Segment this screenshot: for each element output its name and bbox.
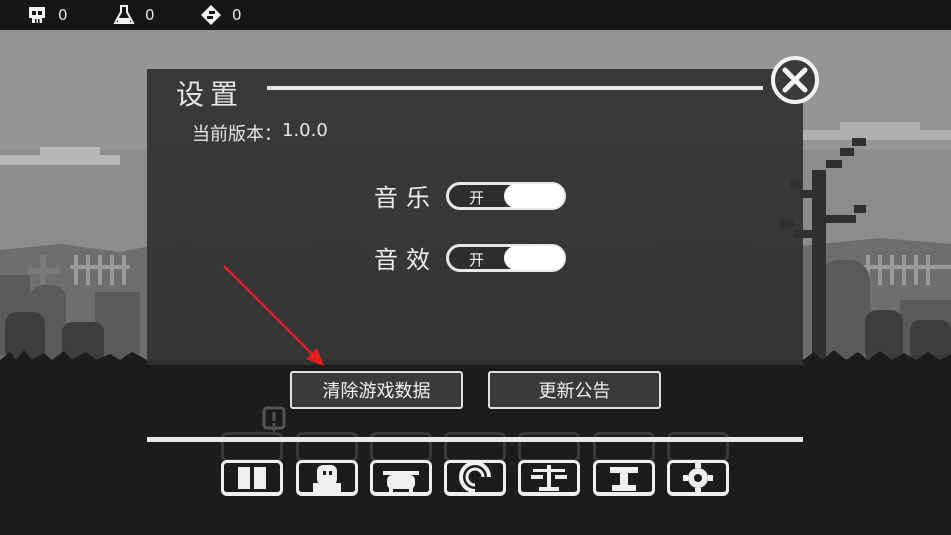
gems-counter: 0 (200, 4, 242, 26)
music-setting: 音乐 开 (374, 178, 566, 213)
version-info: 当前版本： 1.0.0 (192, 120, 328, 146)
sfx-setting: 音效 开 (374, 240, 566, 275)
settings-menu-button[interactable] (667, 460, 729, 496)
version-label: 当前版本： (192, 124, 282, 145)
title-divider (267, 86, 763, 90)
music-state: 开 (469, 188, 485, 207)
game-screen: 0 0 0 设置 当前版本： 1.0.0 音乐 开 音效 开 清除游戏数据 更新… (0, 0, 951, 535)
alert-badge (262, 406, 286, 433)
clear-game-data-button[interactable]: 清除游戏数据 (290, 371, 463, 409)
update-notice-button[interactable]: 更新公告 (488, 371, 661, 409)
kills-counter: 0 (26, 4, 68, 26)
gift-menu-button[interactable] (221, 460, 283, 496)
toggle-knob (504, 245, 564, 270)
potions-counter: 0 (113, 4, 155, 26)
dialog-title: 设置 (176, 78, 245, 111)
annotation-arrow (223, 265, 324, 366)
scale-icon (531, 465, 567, 491)
anvil-icon (610, 467, 638, 491)
gift-icon (238, 467, 266, 489)
sfx-state: 开 (469, 250, 485, 269)
gear-icon (683, 463, 713, 492)
music-toggle[interactable]: 开 (446, 181, 566, 210)
cauldron-icon (383, 471, 419, 492)
character-menu-button[interactable] (296, 460, 358, 496)
sfx-label: 音效 (374, 246, 438, 274)
close-button[interactable] (769, 54, 821, 106)
potions-count: 0 (145, 6, 155, 24)
anvil-menu-button[interactable] (593, 460, 655, 496)
top-hud: 0 0 0 (0, 0, 951, 30)
gem-icon (201, 5, 221, 25)
scale-menu-button[interactable] (518, 460, 580, 496)
dialog-bottom-divider (147, 437, 803, 442)
gems-count: 0 (232, 6, 242, 24)
spiral-icon (459, 463, 491, 492)
kills-count: 0 (58, 6, 68, 24)
character-icon (313, 465, 341, 492)
music-label: 音乐 (374, 184, 438, 212)
version-value: 1.0.0 (282, 120, 328, 141)
spiral-menu-button[interactable] (444, 460, 506, 496)
skull-icon (29, 7, 45, 23)
toggle-knob (504, 183, 564, 208)
cauldron-menu-button[interactable] (370, 460, 432, 496)
sfx-toggle[interactable]: 开 (446, 243, 566, 272)
potion-icon (113, 5, 135, 24)
